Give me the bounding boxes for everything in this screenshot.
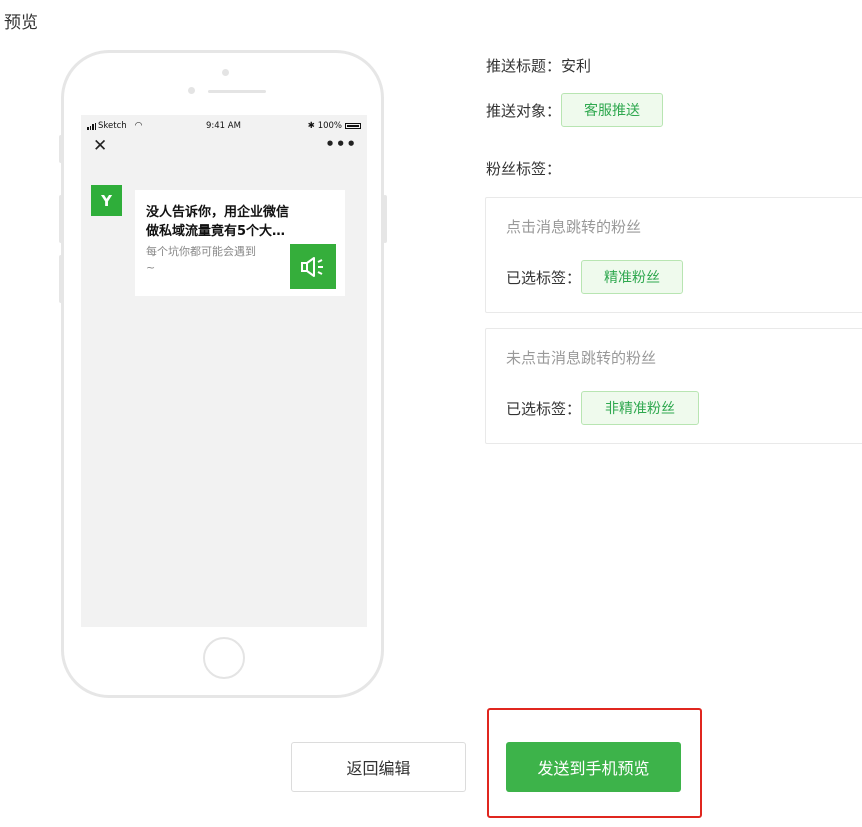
tag-chip: 精准粉丝 [581, 260, 684, 294]
phone-side-button [383, 195, 387, 243]
message-title-line2: 做私域流量竟有5个大… [146, 224, 286, 239]
selected-tags-row: 已选标签： 非精准粉丝 [506, 391, 700, 425]
message-desc-line2: ~ [146, 261, 156, 274]
avatar: Y [91, 185, 122, 216]
page-title: 预览 [4, 13, 38, 33]
home-button [203, 637, 245, 679]
push-title-label: 推送标题： [486, 57, 562, 75]
phone-screen: Sketch ◠ 9:41 AM ✱ 100% ✕ ••• Y 没人告诉你，用企… [81, 115, 367, 627]
phone-sensor [188, 87, 195, 94]
wifi-icon: ◠ [134, 121, 143, 131]
unclicked-fans-panel: 未点击消息跳转的粉丝 已选标签： 非精准粉丝 [485, 328, 862, 444]
push-title-value: 安利 [561, 57, 592, 75]
push-target-label: 推送对象： [486, 101, 562, 120]
push-target-row: 推送对象： 客服推送 [486, 93, 664, 127]
panel-title: 点击消息跳转的粉丝 [506, 218, 642, 236]
battery-icon [345, 123, 361, 129]
carrier: Sketch ◠ [87, 121, 143, 131]
push-target-tag: 客服推送 [561, 93, 664, 127]
phone-side-button [59, 135, 63, 163]
phone-side-button [59, 195, 63, 243]
phone-side-button [59, 255, 63, 303]
fan-tags-label: 粉丝标签： [486, 160, 562, 178]
message-description: 每个坑你都可能会遇到 ~ [146, 244, 281, 276]
send-to-phone-button[interactable]: 发送到手机预览 [506, 742, 681, 792]
phone-speaker [208, 90, 266, 93]
status-right: ✱ 100% [308, 121, 361, 131]
push-title-row: 推送标题： 安利 [486, 55, 591, 76]
tag-chip: 非精准粉丝 [581, 391, 700, 425]
signal-icon [87, 122, 96, 130]
selected-tags-label: 已选标签： [506, 399, 582, 418]
close-icon[interactable]: ✕ [93, 138, 107, 155]
phone-camera [222, 69, 229, 76]
clicked-fans-panel: 点击消息跳转的粉丝 已选标签： 精准粉丝 [485, 197, 862, 313]
panel-title: 未点击消息跳转的粉丝 [506, 349, 657, 367]
battery-percent: 100% [317, 121, 342, 131]
back-to-edit-button[interactable]: 返回编辑 [291, 742, 466, 792]
message-desc-line1: 每个坑你都可能会遇到 [146, 245, 256, 258]
phone-preview: Sketch ◠ 9:41 AM ✱ 100% ✕ ••• Y 没人告诉你，用企… [61, 50, 384, 698]
message-card[interactable]: 没人告诉你，用企业微信 做私域流量竟有5个大… 每个坑你都可能会遇到 ~ [135, 190, 345, 296]
more-icon[interactable]: ••• [325, 135, 357, 153]
message-title: 没人告诉你，用企业微信 做私域流量竟有5个大… [146, 203, 318, 241]
bluetooth-icon: ✱ [307, 121, 315, 131]
status-bar: Sketch ◠ 9:41 AM ✱ 100% [81, 115, 367, 135]
selected-tags-row: 已选标签： 精准粉丝 [506, 260, 684, 294]
selected-tags-label: 已选标签： [506, 268, 582, 287]
message-title-line1: 没人告诉你，用企业微信 [146, 205, 290, 220]
carrier-name: Sketch [98, 121, 127, 131]
status-time: 9:41 AM [206, 121, 241, 131]
speaker-icon [301, 256, 323, 277]
message-thumbnail [290, 244, 336, 289]
